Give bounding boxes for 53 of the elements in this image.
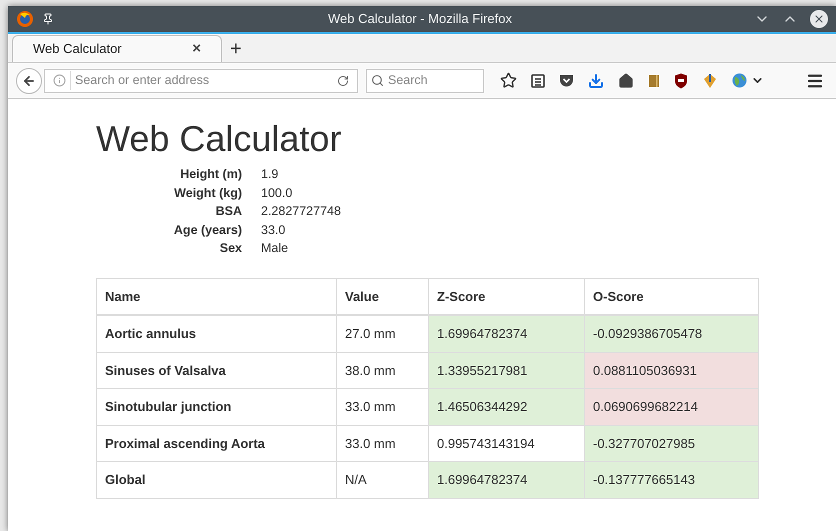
column-header: Name [96,278,336,315]
detail-label: Height (m) [179,166,242,183]
close-button[interactable] [810,10,828,28]
search-field[interactable]: Search [366,68,484,92]
table-cell: Global [96,462,336,498]
table-cell: 0.995743143194 [428,425,584,462]
table-cell: 1.33955217981 [428,352,584,388]
column-header: Value [336,278,428,315]
address-bar[interactable]: Search or enter address [44,68,358,92]
table-cell: -0.137777665143 [584,462,758,498]
address-field[interactable]: Search or enter address [70,71,333,90]
table-cell: 1.69964782374 [428,315,584,352]
table-cell: Sinotubular junction [96,388,336,425]
detail-value: 33.0 [261,222,286,238]
detail-label: Age (years) [172,222,242,239]
browser-tab[interactable]: Web Calculator × [12,35,222,62]
search-icon[interactable] [371,74,384,87]
pin-icon[interactable] [42,13,54,25]
detail-value: Male [261,240,290,257]
table-cell: 0.0881105036931 [584,352,758,388]
page-heading: Web Calculator [96,117,342,161]
back-arrow-icon[interactable] [22,74,36,88]
new-tab-button[interactable]: + [230,39,242,59]
tab-title: Web Calculator [33,40,122,58]
table-cell: -0.0929386705478 [584,315,758,352]
detail-label: BSA [214,203,242,220]
shield-icon[interactable] [674,72,688,88]
table-cell: Proximal ascending Aorta [96,425,336,462]
detail-label: Sex [218,240,242,257]
search-input[interactable]: Search [388,71,478,90]
detail-value: 100.0 [261,184,294,202]
detail-value: 2.2827727748 [261,203,342,220]
detail-label: Weight (kg) [173,184,242,202]
table-cell: -0.327707027985 [584,425,758,462]
firefox-logo-icon [16,10,34,28]
home-icon[interactable] [618,72,634,88]
table-cell: Sinuses of Valsalva [96,352,336,388]
close-icon[interactable] [813,13,825,25]
table-cell: Aortic annulus [96,315,336,352]
detail-value: 1.9 [261,166,280,183]
download-icon[interactable] [588,72,604,88]
reload-icon[interactable] [337,74,349,86]
bookmark-star-icon[interactable] [500,72,517,89]
back-button[interactable] [16,68,42,94]
window-title: Web Calculator - Mozilla Firefox [328,10,512,28]
menu-icon[interactable] [806,72,824,90]
table-cell: 1.69964782374 [428,462,584,498]
table-cell: 0.0690699682214 [584,388,758,425]
book-icon[interactable] [648,74,660,88]
pocket-icon[interactable] [559,74,574,88]
clipboard-icon[interactable] [531,73,545,88]
table-cell: 1.46506344292 [428,388,584,425]
tab-close-button[interactable]: × [192,38,201,60]
